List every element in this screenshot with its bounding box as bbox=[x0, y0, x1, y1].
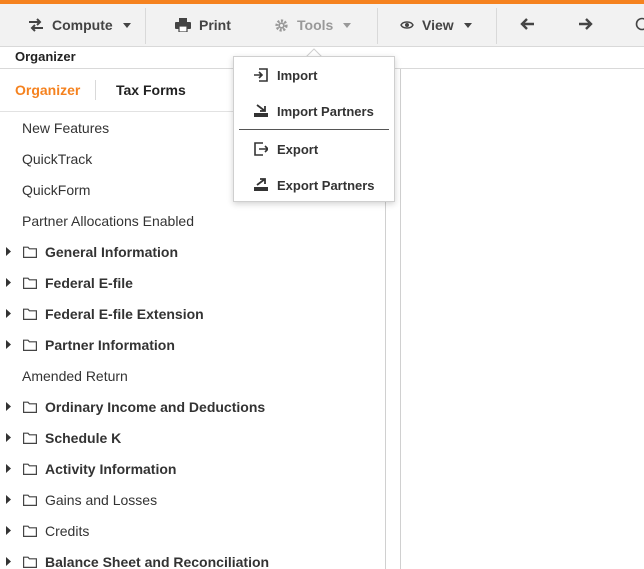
menu-item-label: Export Partners bbox=[277, 177, 375, 193]
tree-folder-balance-sheet-and-reconciliation[interactable]: Balance Sheet and Reconciliation bbox=[0, 546, 386, 569]
export-partners-icon bbox=[254, 178, 268, 192]
print-button[interactable]: Print bbox=[175, 4, 231, 46]
folder-icon bbox=[23, 556, 37, 568]
swap-arrows-icon bbox=[28, 18, 44, 32]
print-label: Print bbox=[199, 17, 231, 33]
menu-item-export-partners[interactable]: Export Partners bbox=[234, 167, 394, 203]
eye-icon bbox=[400, 20, 414, 30]
tools-label: Tools bbox=[297, 17, 334, 33]
menu-item-label: Export bbox=[277, 141, 319, 157]
tree-folder-ordinary-income-and-deductions[interactable]: Ordinary Income and Deductions bbox=[0, 391, 386, 422]
menu-item-label: Import bbox=[277, 67, 318, 83]
tree-folder-schedule-k[interactable]: Schedule K bbox=[0, 422, 386, 453]
tree-folder-credits[interactable]: Credits bbox=[0, 515, 386, 546]
chevron-down-icon bbox=[463, 22, 472, 28]
tree-item-label: New Features bbox=[22, 119, 110, 136]
tree-item-label: Gains and Losses bbox=[45, 491, 158, 508]
tree-folder-federal-e-file-extension[interactable]: Federal E-file Extension bbox=[0, 298, 386, 329]
toolbar-divider bbox=[145, 8, 146, 44]
tab-tax-forms[interactable]: Tax Forms bbox=[116, 82, 186, 98]
view-label: View bbox=[422, 17, 454, 33]
expand-triangle-icon[interactable] bbox=[6, 247, 14, 257]
compute-label: Compute bbox=[52, 17, 113, 33]
tree-item-label: QuickTrack bbox=[22, 150, 93, 167]
tools-dropdown-menu: Import Import Partners Export Export Par… bbox=[233, 56, 395, 202]
tree-folder-activity-information[interactable]: Activity Information bbox=[0, 453, 386, 484]
folder-icon bbox=[23, 494, 37, 506]
folder-icon bbox=[23, 246, 37, 258]
expand-triangle-icon[interactable] bbox=[6, 557, 14, 567]
menu-item-export[interactable]: Export bbox=[234, 131, 394, 167]
toolbar-divider bbox=[377, 8, 378, 44]
folder-icon bbox=[23, 401, 37, 413]
tools-button[interactable]: Tools bbox=[274, 4, 352, 46]
chevron-down-icon bbox=[343, 22, 352, 28]
tree-item-label: General Information bbox=[45, 243, 179, 260]
tree-item-label: Partner Information bbox=[45, 336, 175, 353]
folder-icon bbox=[23, 525, 37, 537]
toolbar-divider bbox=[496, 8, 497, 44]
tree-item-label: Credits bbox=[45, 522, 90, 539]
tree-folder-general-information[interactable]: General Information bbox=[0, 236, 386, 267]
expand-triangle-icon[interactable] bbox=[6, 309, 14, 319]
folder-icon bbox=[23, 432, 37, 444]
printer-icon bbox=[175, 18, 191, 32]
tree-item-label: Federal E-file bbox=[45, 274, 133, 291]
import-icon bbox=[254, 68, 268, 82]
tree-folder-partner-information[interactable]: Partner Information bbox=[0, 329, 386, 360]
tree-item-label: Federal E-file Extension bbox=[45, 305, 204, 322]
gear-icon bbox=[274, 18, 289, 33]
arrow-right-icon bbox=[579, 17, 593, 33]
main-toolbar: Compute Print Tools View bbox=[0, 4, 644, 47]
tree-item-label: Partner Allocations Enabled bbox=[22, 212, 194, 229]
zoom-icon bbox=[634, 17, 644, 34]
expand-triangle-icon[interactable] bbox=[6, 495, 14, 505]
expand-triangle-icon[interactable] bbox=[6, 526, 14, 536]
expand-triangle-icon[interactable] bbox=[6, 402, 14, 412]
pane-divider bbox=[400, 69, 401, 569]
expand-triangle-icon[interactable] bbox=[6, 340, 14, 350]
tab-organizer[interactable]: Organizer bbox=[15, 82, 80, 98]
tree-item-label: Amended Return bbox=[22, 367, 128, 384]
tree-item-label: Balance Sheet and Reconciliation bbox=[45, 553, 270, 569]
back-button[interactable] bbox=[520, 4, 534, 46]
menu-divider bbox=[239, 129, 389, 130]
tree-item-label: Activity Information bbox=[45, 460, 177, 477]
tree-item-label: QuickForm bbox=[22, 181, 91, 198]
expand-triangle-icon[interactable] bbox=[6, 464, 14, 474]
tree-folder-gains-and-losses[interactable]: Gains and Losses bbox=[0, 484, 386, 515]
menu-item-import-partners[interactable]: Import Partners bbox=[234, 93, 394, 129]
expand-triangle-icon[interactable] bbox=[6, 278, 14, 288]
tree-folder-federal-e-file[interactable]: Federal E-file bbox=[0, 267, 386, 298]
import-partners-icon bbox=[254, 104, 268, 118]
menu-item-import[interactable]: Import bbox=[234, 57, 394, 93]
export-icon bbox=[254, 142, 268, 156]
tree-item-amended-return[interactable]: Amended Return bbox=[0, 360, 386, 391]
tab-divider bbox=[95, 80, 96, 100]
tree-item-label: Ordinary Income and Deductions bbox=[45, 398, 266, 415]
tree-item-partner-allocations-enabled[interactable]: Partner Allocations Enabled bbox=[0, 205, 386, 236]
compute-button[interactable]: Compute bbox=[28, 4, 131, 46]
folder-icon bbox=[23, 277, 37, 289]
tree-item-label: Schedule K bbox=[45, 429, 122, 446]
folder-icon bbox=[23, 463, 37, 475]
menu-item-label: Import Partners bbox=[277, 103, 374, 119]
more-tools-button[interactable] bbox=[634, 4, 644, 46]
page-title: Organizer bbox=[15, 49, 76, 64]
folder-icon bbox=[23, 339, 37, 351]
arrow-left-icon bbox=[520, 17, 534, 33]
chevron-down-icon bbox=[122, 22, 131, 28]
view-button[interactable]: View bbox=[400, 4, 472, 46]
forward-button[interactable] bbox=[579, 4, 593, 46]
folder-icon bbox=[23, 308, 37, 320]
expand-triangle-icon[interactable] bbox=[6, 433, 14, 443]
